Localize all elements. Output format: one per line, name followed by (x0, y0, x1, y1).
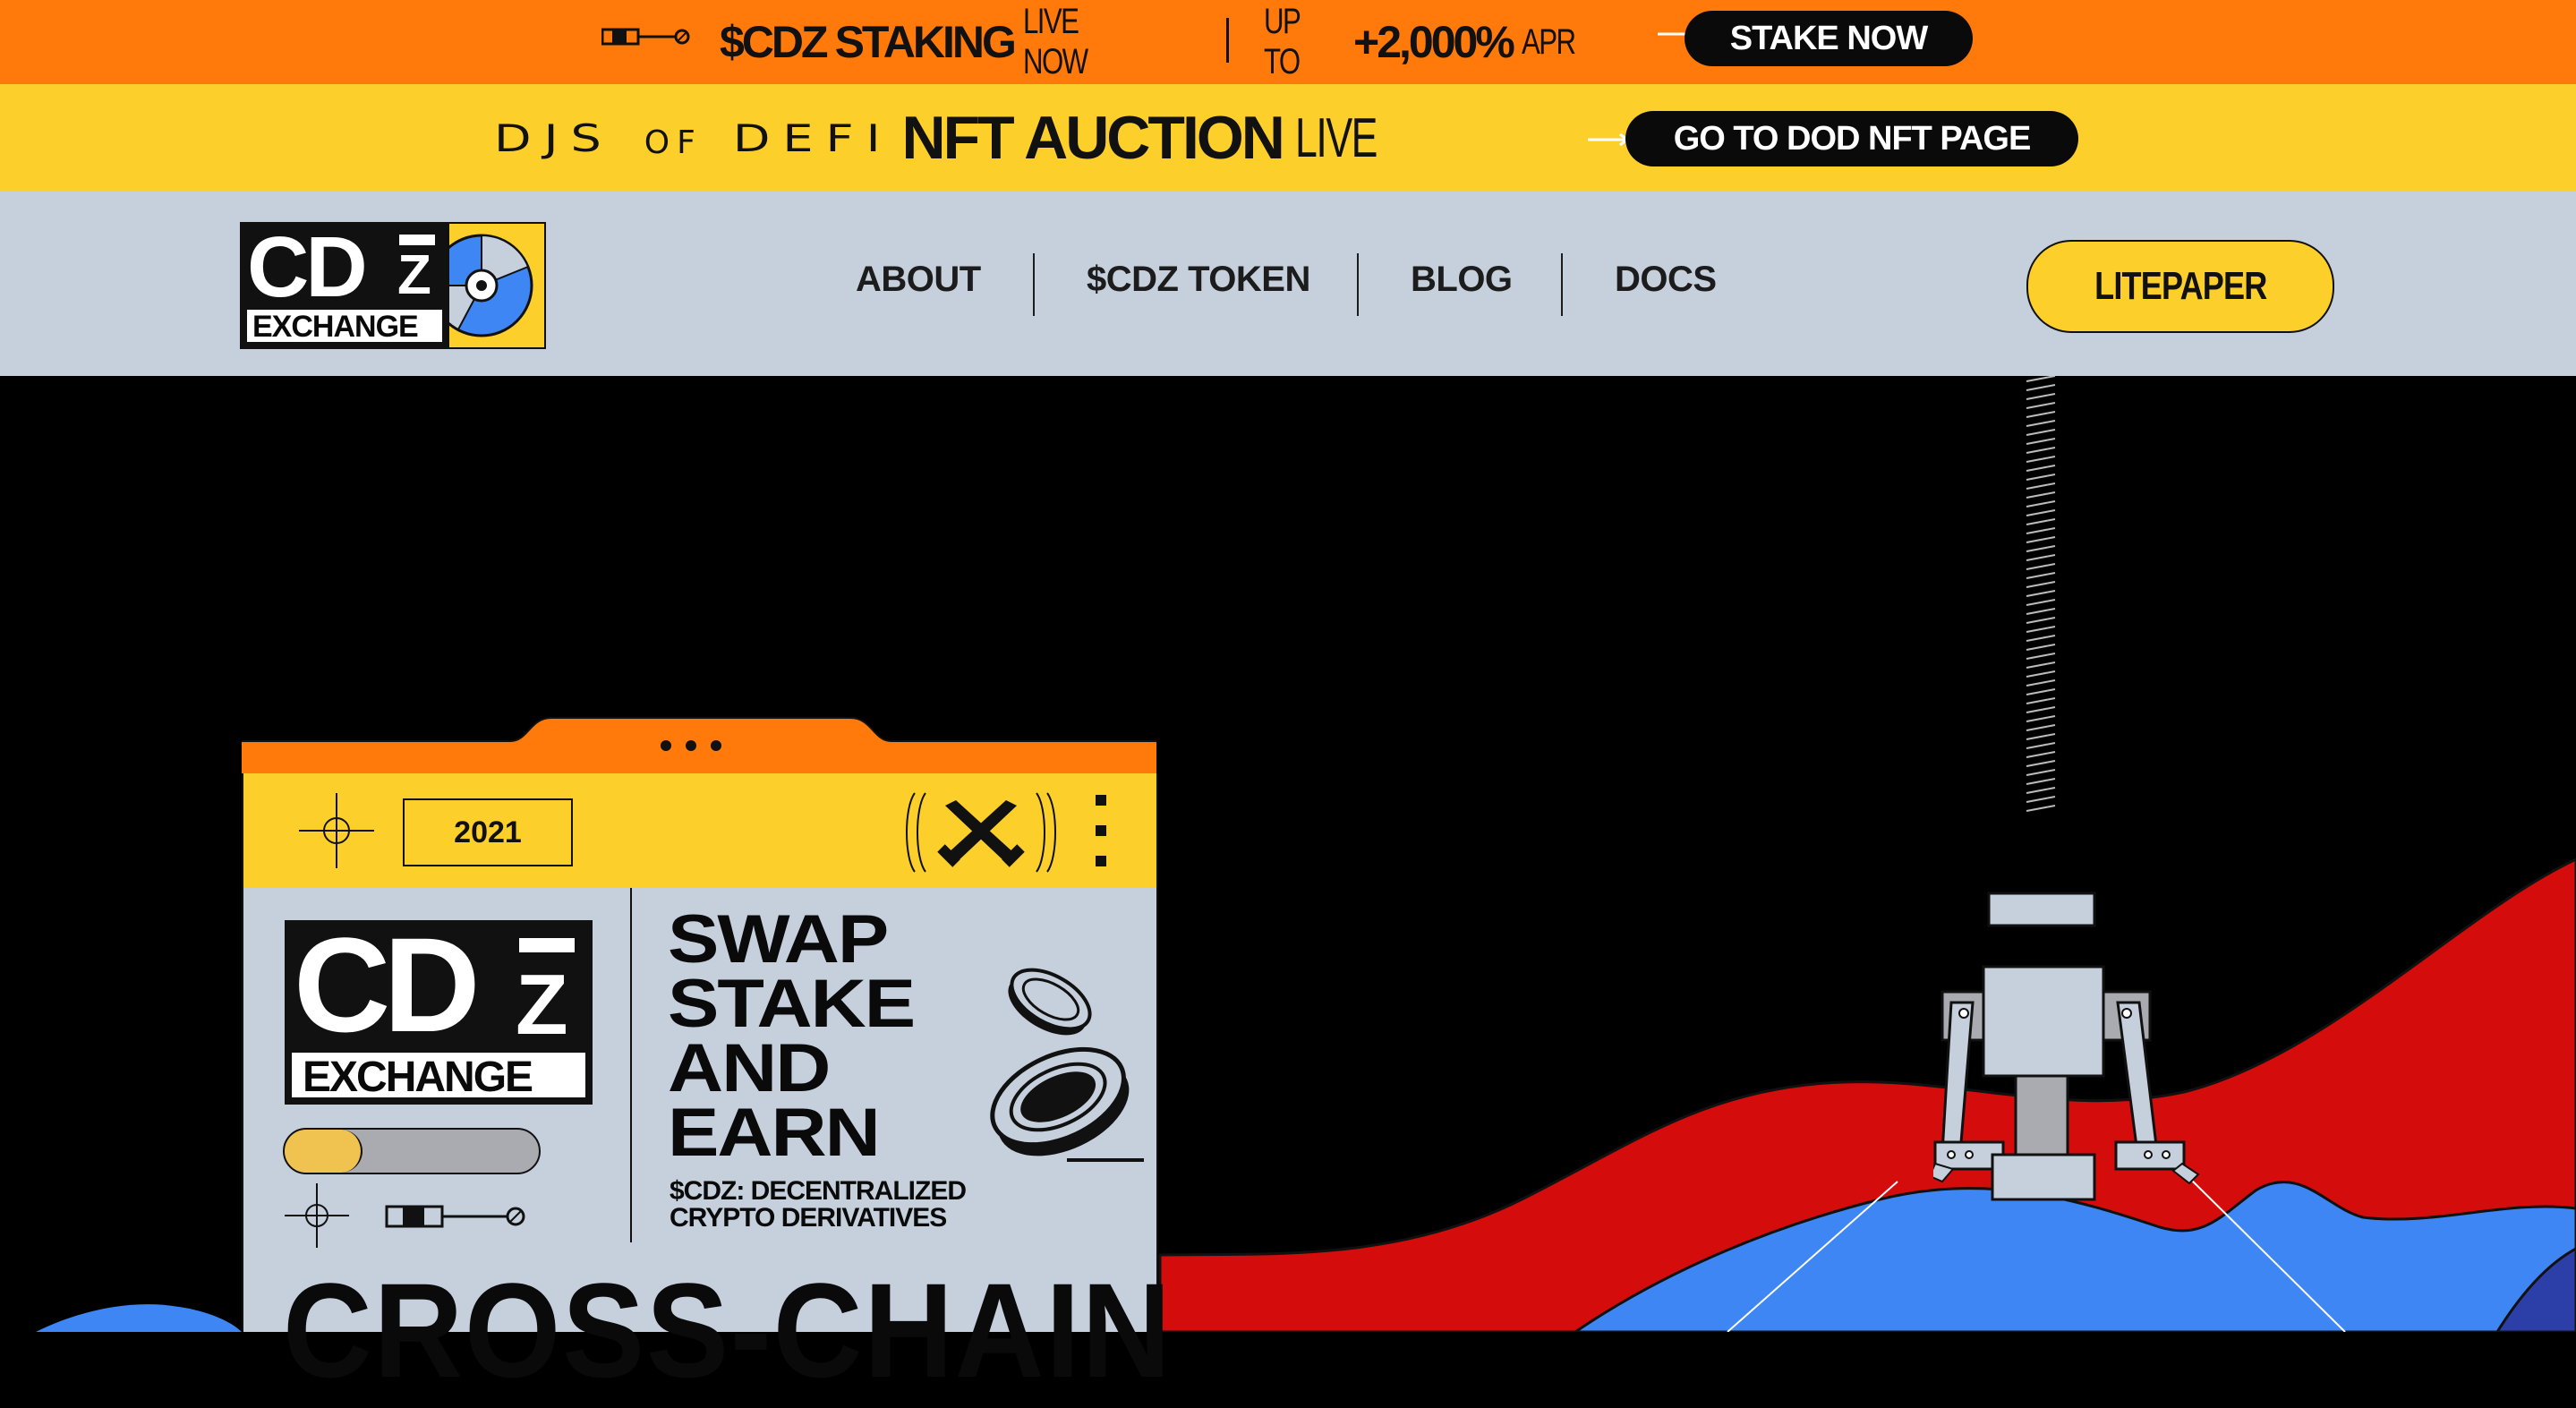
up-to-label: UP TO (1264, 2, 1301, 81)
logo-main-text: CD (247, 219, 368, 315)
claw-icon (1933, 376, 2200, 1201)
crosshair-icon (285, 1183, 349, 1248)
collection-defi: DEFI (732, 115, 893, 160)
card-logo-z-bar (519, 938, 575, 952)
crosshair-icon (299, 793, 374, 868)
announcement-divider (1226, 18, 1229, 63)
go-to-nft-page-label: GO TO DOD NFT PAGE (1673, 119, 2032, 158)
headline-earn: EARN (668, 1095, 881, 1171)
big-cross-chain: CROSS-CHAIN (283, 1255, 1173, 1405)
subtitle-line1: $CDZ: DECENTRALIZED (670, 1176, 967, 1206)
apr-label: APR (1521, 21, 1576, 62)
card-logo-main: CD (294, 909, 481, 1060)
token-label: $CDZ (720, 17, 829, 67)
subtitle-line2: CRYPTO DERIVATIVES (670, 1203, 947, 1233)
crossed-tools-icon (906, 792, 1056, 873)
nav-divider (1561, 253, 1563, 316)
logo-z-text: Z (397, 244, 431, 306)
slider-icon (601, 28, 690, 46)
year-box: 2021 (403, 798, 573, 866)
collection-of: OF (644, 124, 703, 161)
nav-blog[interactable]: BLOG (1411, 260, 1513, 300)
arrow-right-icon (1588, 132, 1630, 147)
nav-divider (1357, 253, 1359, 316)
litepaper-button[interactable]: LITEPAPER (2026, 240, 2334, 333)
nft-auction-label: NFT AUCTION (901, 104, 1285, 172)
staking-label: STAKING (834, 17, 1017, 67)
nav-docs[interactable]: DOCS (1615, 260, 1717, 300)
slider-icon (385, 1205, 525, 1228)
nft-auction-bar: DJS OF DEFI NFT AUCTION LIVE GO TO DOD N… (0, 84, 2576, 192)
litepaper-label: LITEPAPER (2094, 264, 2267, 308)
disc-icon (449, 234, 533, 337)
card-toolbar: 2021 (242, 773, 1158, 890)
card-logo-z: Z (516, 957, 568, 1053)
staking-announcement-bar: $CDZ STAKING LIVE NOW UP TO +2,000% APR … (0, 0, 2576, 84)
go-to-nft-page-button[interactable]: GO TO DOD NFT PAGE (1625, 111, 2078, 166)
live-label: LIVE (1294, 107, 1378, 169)
headline-and: AND (668, 1030, 831, 1106)
card-column-divider (630, 888, 632, 1242)
apr-value: +2,000% (1353, 17, 1515, 67)
nav-cdz-token[interactable]: $CDZ TOKEN (1087, 260, 1310, 300)
coin-icon (990, 968, 1144, 1162)
stake-now-label: STAKE NOW (1729, 19, 1928, 57)
card-logo: CD Z EXCHANGE (285, 909, 593, 1105)
live-now-label: LIVE NOW (1022, 2, 1088, 81)
site-logo[interactable]: CD Z EXCHANGE (240, 219, 546, 349)
nav-divider (1033, 253, 1035, 316)
progress-toggle[interactable] (283, 1128, 541, 1174)
headline-stake: STAKE (668, 966, 916, 1042)
card-logo-sub: EXCHANGE (303, 1054, 533, 1101)
logo-sub-text: EXCHANGE (252, 310, 419, 344)
headline-swap: SWAP (668, 901, 889, 977)
dots-icon[interactable] (1092, 791, 1110, 870)
hero-card-body: CD Z EXCHANGE SWAP STAKE AND EARN $CDZ: … (242, 888, 1171, 1405)
nav-about[interactable]: ABOUT (856, 260, 981, 300)
collection-djs: DJS (494, 115, 614, 160)
card-title-bar (242, 717, 1156, 773)
year-label: 2021 (454, 815, 522, 849)
progress-toggle-fill (285, 1130, 363, 1173)
stake-now-button[interactable]: STAKE NOW (1685, 11, 1973, 66)
